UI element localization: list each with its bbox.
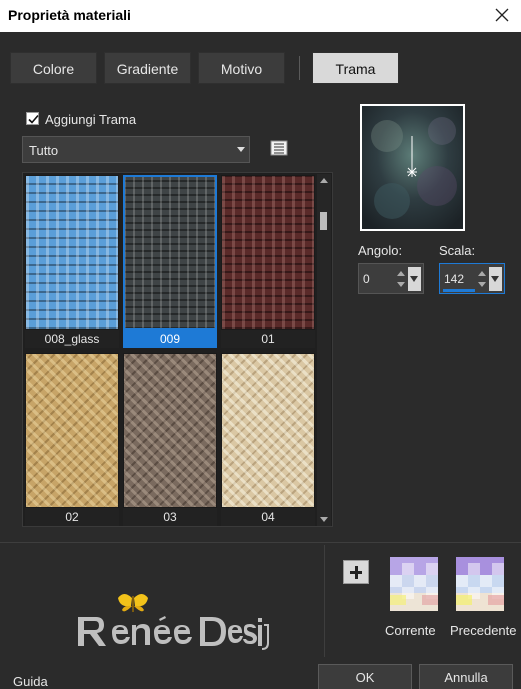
checkmark-icon bbox=[28, 114, 39, 124]
title-bar: Proprietà materiali bbox=[0, 0, 521, 32]
texture-swatch bbox=[25, 353, 119, 508]
ok-button[interactable]: OK bbox=[318, 664, 412, 689]
texture-preview[interactable] bbox=[360, 104, 465, 231]
spin-arrows-icon[interactable] bbox=[395, 267, 407, 291]
divider bbox=[324, 545, 325, 657]
tab-motivo[interactable]: Motivo bbox=[198, 52, 285, 84]
texture-grid-scrollbar[interactable] bbox=[317, 174, 331, 526]
texture-label: 01 bbox=[221, 330, 315, 348]
angle-value: 0 bbox=[363, 272, 370, 286]
texture-swatch bbox=[25, 175, 119, 330]
texture-grid: 008_glass 009 01 02 03 04 bbox=[22, 172, 333, 527]
scale-slider-bar bbox=[443, 289, 475, 292]
add-swatch-button[interactable] bbox=[343, 560, 369, 584]
scroll-up-icon[interactable] bbox=[320, 178, 328, 183]
texture-tile-009[interactable]: 009 bbox=[123, 175, 217, 348]
texture-tile-04[interactable]: 04 bbox=[221, 353, 315, 526]
close-icon[interactable] bbox=[493, 6, 511, 24]
texture-swatch bbox=[221, 175, 315, 330]
texture-label: 04 bbox=[221, 508, 315, 526]
scroll-down-icon[interactable] bbox=[320, 517, 328, 522]
help-link[interactable]: Guida bbox=[13, 674, 48, 689]
angle-spinner[interactable]: 0 bbox=[358, 263, 424, 294]
angle-dropdown-button[interactable] bbox=[408, 267, 421, 291]
scale-label: Scala: bbox=[439, 243, 476, 258]
texture-tile-008-glass[interactable]: 008_glass bbox=[25, 175, 119, 348]
texture-swatch bbox=[221, 353, 315, 508]
tab-divider bbox=[299, 56, 300, 80]
renee-design-logo bbox=[78, 594, 269, 650]
current-swatch-label: Corrente bbox=[385, 623, 436, 638]
previous-swatch[interactable] bbox=[456, 557, 504, 611]
scale-dropdown-button[interactable] bbox=[489, 267, 502, 291]
list-view-icon[interactable] bbox=[270, 140, 288, 156]
add-texture-label: Aggiungi Trama bbox=[45, 112, 137, 127]
spin-arrows-icon[interactable] bbox=[476, 267, 488, 291]
divider bbox=[0, 542, 521, 543]
previous-swatch-label: Precedente bbox=[450, 623, 517, 638]
scale-spinner[interactable]: 142 bbox=[439, 263, 505, 294]
texture-tile-01[interactable]: 01 bbox=[221, 175, 315, 348]
texture-label: 008_glass bbox=[25, 330, 119, 348]
texture-swatch bbox=[123, 175, 217, 330]
texture-swatch bbox=[123, 353, 217, 508]
texture-label: 02 bbox=[25, 508, 119, 526]
texture-tile-03[interactable]: 03 bbox=[123, 353, 217, 526]
texture-filter-dropdown[interactable]: Tutto bbox=[22, 136, 250, 163]
tab-gradiente[interactable]: Gradiente bbox=[104, 52, 191, 84]
tab-trama[interactable]: Trama bbox=[312, 52, 399, 84]
scrollbar-thumb[interactable] bbox=[320, 212, 327, 230]
add-texture-checkbox[interactable] bbox=[26, 112, 39, 125]
texture-filter-value: Tutto bbox=[29, 143, 59, 158]
angle-label: Angolo: bbox=[358, 243, 403, 258]
preview-image bbox=[362, 106, 463, 229]
current-swatch[interactable] bbox=[390, 557, 438, 611]
texture-label: 009 bbox=[123, 330, 217, 348]
cancel-button[interactable]: Annulla bbox=[419, 664, 513, 689]
tab-colore[interactable]: Colore bbox=[10, 52, 97, 84]
chevron-down-icon bbox=[237, 147, 245, 152]
texture-label: 03 bbox=[123, 508, 217, 526]
window-title: Proprietà materiali bbox=[8, 7, 131, 23]
scale-value: 142 bbox=[444, 272, 465, 286]
texture-tile-02[interactable]: 02 bbox=[25, 353, 119, 526]
